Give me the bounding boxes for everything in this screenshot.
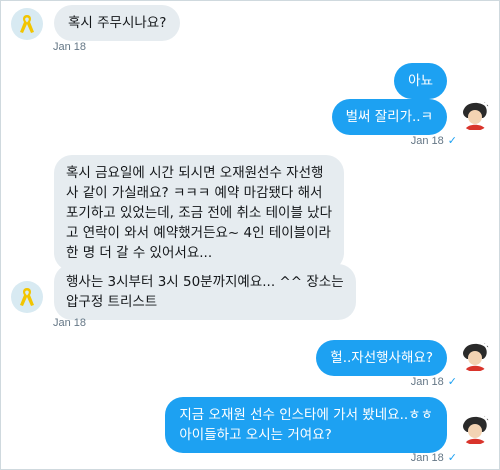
seen-check-icon: ✓	[447, 452, 457, 464]
seen-check-icon: ✓	[447, 135, 457, 147]
cartoon-avatar-icon	[463, 415, 490, 444]
message-incoming[interactable]: 혹시 주무시나요?	[54, 5, 181, 41]
message-outgoing[interactable]: 헐..자선행사해요?	[316, 340, 447, 376]
contact-avatar[interactable]	[11, 8, 43, 40]
cartoon-avatar-icon	[463, 342, 490, 371]
message-incoming[interactable]: 혹시 금요일에 시간 되시면 오재원선수 자선행 사 같이 가실래요? ㅋㅋㅋ …	[54, 155, 345, 271]
user-avatar[interactable]	[459, 340, 491, 372]
cartoon-avatar-icon	[463, 101, 490, 130]
seen-check-icon: ✓	[447, 376, 457, 388]
yellow-ribbon-icon	[20, 15, 34, 33]
message-outgoing[interactable]: 벌써 잘리가..ㅋ	[331, 99, 447, 135]
user-avatar[interactable]	[459, 413, 491, 445]
yellow-ribbon-icon	[20, 288, 34, 306]
message-timestamp: Jan 18	[53, 317, 87, 329]
message-incoming[interactable]: 행사는 3시부터 3시 50분까지예요... ^^ 장소는 압구정 트리스트	[54, 264, 356, 320]
timestamp-text: Jan 18	[410, 376, 444, 388]
message-timestamp: Jan 18	[53, 41, 87, 53]
contact-avatar[interactable]	[11, 281, 43, 313]
message-outgoing[interactable]: 아뇨	[394, 63, 447, 99]
timestamp-text: Jan 18	[410, 452, 444, 464]
user-avatar[interactable]	[459, 99, 491, 131]
dm-conversation: 혹시 주무시나요? Jan 18 아뇨 벌써 잘리가..ㅋ Jan 18 ✓ 혹시…	[0, 0, 500, 470]
message-timestamp: Jan 18 ✓	[411, 375, 457, 388]
timestamp-text: Jan 18	[410, 135, 444, 147]
message-timestamp: Jan 18 ✓	[411, 134, 457, 147]
message-outgoing[interactable]: 지금 오재원 선수 인스타에 가서 봤네요..ㅎㅎ 아이들하고 오시는 거여요?	[165, 397, 447, 453]
message-timestamp: Jan 18 ✓	[411, 451, 457, 464]
